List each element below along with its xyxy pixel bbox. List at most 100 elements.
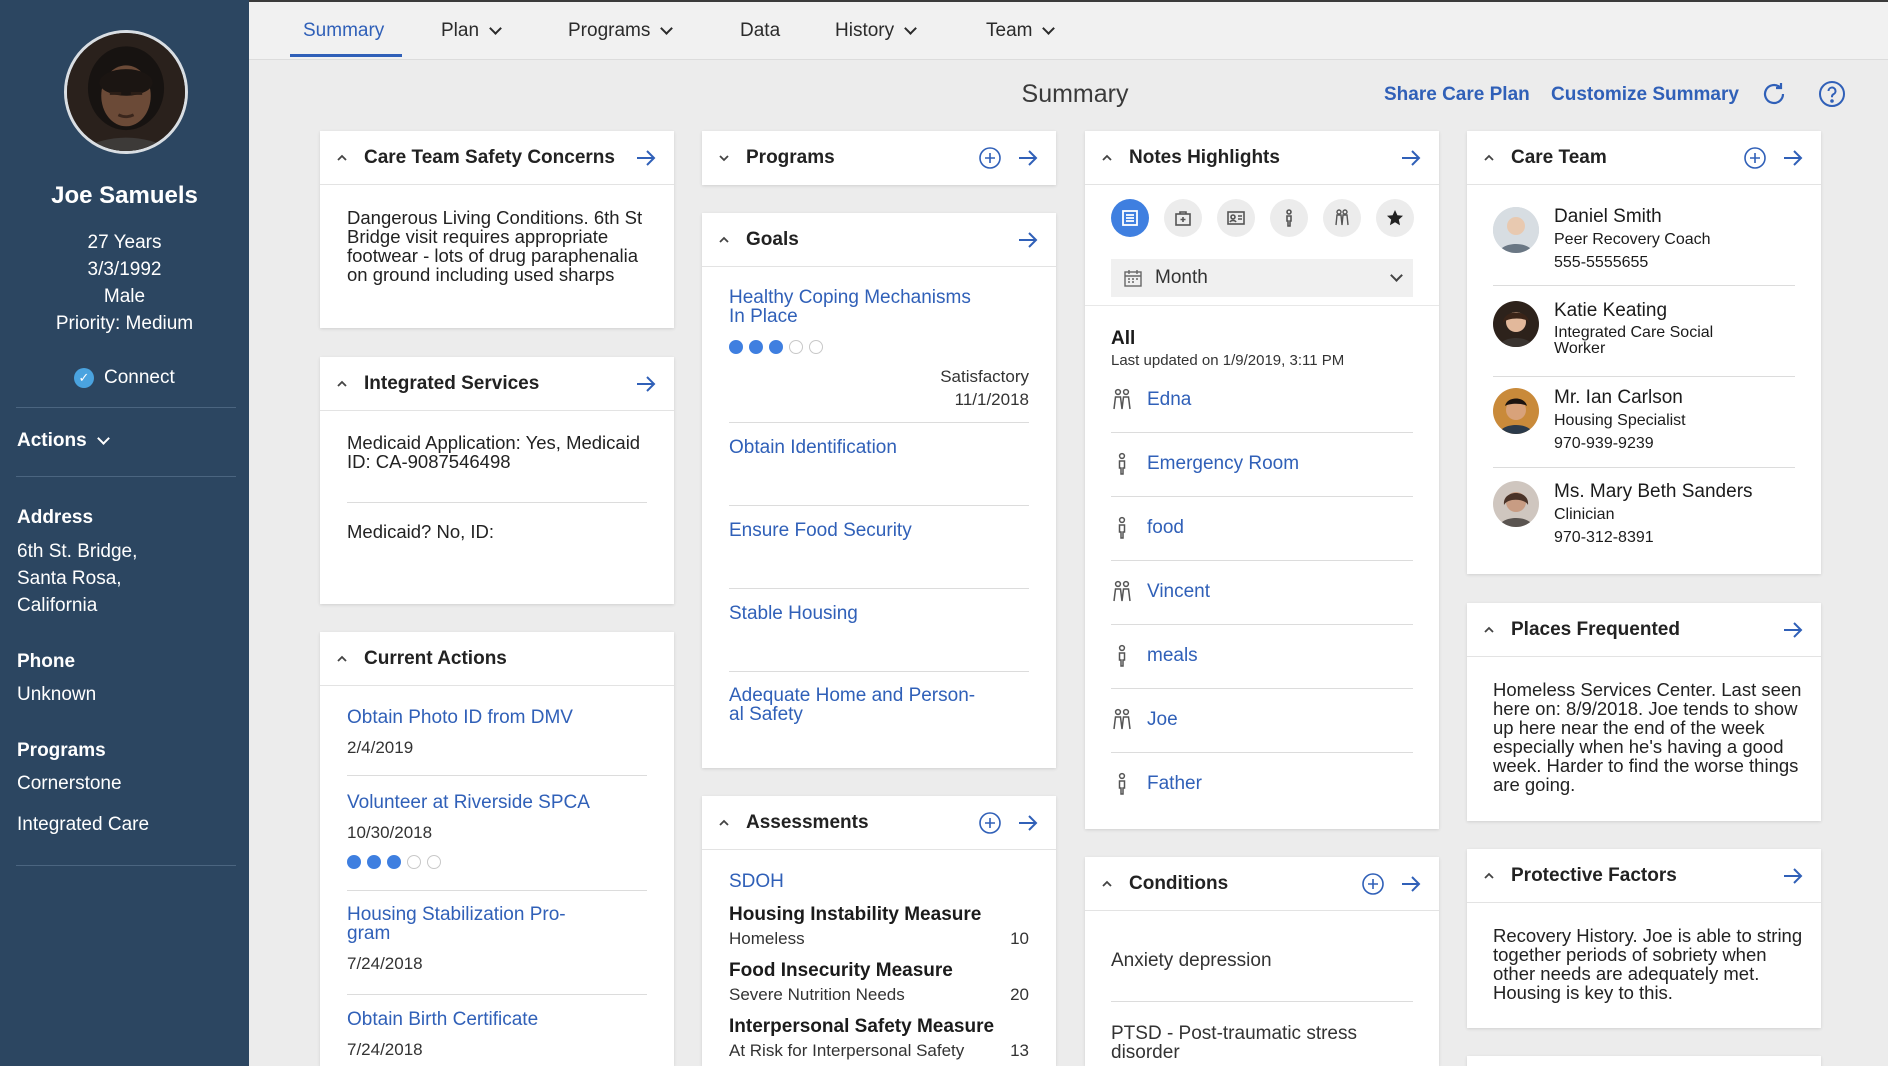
note-row[interactable]: Vincent bbox=[1111, 572, 1413, 612]
group-icon[interactable] bbox=[1323, 199, 1361, 237]
add-circle-icon[interactable] bbox=[978, 146, 1002, 170]
action-date: 10/30/2018 bbox=[347, 823, 433, 842]
arrow-right-icon[interactable] bbox=[1399, 146, 1423, 170]
chevron-up-icon[interactable] bbox=[1101, 878, 1113, 890]
active-tab-indicator bbox=[290, 54, 402, 57]
arrow-right-icon[interactable] bbox=[1781, 864, 1805, 888]
divider bbox=[1085, 305, 1439, 306]
customize-summary-link[interactable]: Customize Summary bbox=[1551, 84, 1739, 106]
chevron-up-icon[interactable] bbox=[336, 152, 348, 164]
add-circle-icon[interactable] bbox=[978, 811, 1002, 835]
tab-plan[interactable]: Plan bbox=[441, 20, 502, 42]
notes-highlights-card: Notes Highlights Month All Last updated … bbox=[1085, 131, 1439, 829]
note-row[interactable]: Joe bbox=[1111, 700, 1413, 740]
actions-dropdown[interactable]: Actions bbox=[17, 430, 110, 452]
action-date: 7/24/2018 bbox=[347, 954, 423, 973]
team-member-avatar bbox=[1493, 388, 1539, 434]
goal-link[interactable]: Healthy Coping Mechanisms In Place bbox=[729, 288, 989, 326]
divider bbox=[347, 775, 647, 776]
action-link[interactable]: Housing Stabilization Pro-gram bbox=[347, 905, 587, 943]
arrow-right-icon[interactable] bbox=[1399, 872, 1423, 896]
service-item: Medicaid Application: Yes, Medicaid ID: … bbox=[347, 432, 641, 472]
divider bbox=[1493, 467, 1795, 468]
card-title: Care Team Safety Concerns bbox=[364, 146, 615, 168]
id-card-icon[interactable] bbox=[1217, 199, 1255, 237]
calendar-icon bbox=[1123, 268, 1143, 288]
team-member-avatar bbox=[1493, 301, 1539, 347]
chevron-up-icon[interactable] bbox=[718, 817, 730, 829]
places-frequented-card: Places Frequented Homeless Services Cent… bbox=[1467, 603, 1821, 821]
goal-link[interactable]: Stable Housing bbox=[729, 603, 858, 625]
medical-kit-icon[interactable] bbox=[1164, 199, 1202, 237]
divider bbox=[729, 671, 1029, 672]
share-care-plan-link[interactable]: Share Care Plan bbox=[1384, 84, 1530, 106]
tab-summary[interactable]: Summary bbox=[303, 20, 384, 42]
chevron-up-icon[interactable] bbox=[718, 234, 730, 246]
chevron-up-icon[interactable] bbox=[336, 378, 348, 390]
list-view-icon[interactable] bbox=[1111, 199, 1149, 237]
help-icon[interactable] bbox=[1818, 80, 1846, 108]
arrow-right-icon[interactable] bbox=[634, 146, 658, 170]
team-member-name[interactable]: Daniel Smith bbox=[1554, 206, 1662, 228]
action-link[interactable]: Obtain Photo ID from DMV bbox=[347, 707, 573, 729]
person-icon bbox=[1111, 644, 1133, 668]
places-text: Homeless Services Center. Last seen here… bbox=[1493, 679, 1802, 795]
chevron-down-icon bbox=[660, 22, 674, 35]
add-circle-icon[interactable] bbox=[1743, 146, 1767, 170]
team-member-role: Peer Recovery Coach bbox=[1554, 231, 1711, 248]
star-icon[interactable] bbox=[1376, 199, 1414, 237]
note-row[interactable]: Father bbox=[1111, 764, 1413, 804]
goal-link[interactable]: Obtain Identification bbox=[729, 437, 897, 459]
address-heading: Address bbox=[17, 507, 94, 528]
chevron-up-icon[interactable] bbox=[1483, 870, 1495, 882]
tab-history[interactable]: History bbox=[835, 20, 917, 42]
chevron-up-icon[interactable] bbox=[1101, 152, 1113, 164]
month-filter-value: Month bbox=[1155, 267, 1208, 288]
tab-data[interactable]: Data bbox=[740, 20, 780, 42]
arrow-right-icon[interactable] bbox=[1016, 228, 1040, 252]
person-icon[interactable] bbox=[1270, 199, 1308, 237]
arrow-right-icon[interactable] bbox=[634, 372, 658, 396]
chevron-up-icon[interactable] bbox=[1483, 152, 1495, 164]
note-row[interactable]: Edna bbox=[1111, 380, 1413, 420]
program-link-integrated-care[interactable]: Integrated Care bbox=[17, 811, 149, 838]
tab-team[interactable]: Team bbox=[986, 20, 1056, 42]
arrow-right-icon[interactable] bbox=[1781, 146, 1805, 170]
action-link[interactable]: Obtain Birth Certificate bbox=[347, 1009, 538, 1031]
action-link[interactable]: Volunteer at Riverside SPCA bbox=[347, 792, 590, 814]
team-member-name[interactable]: Mr. Ian Carlson bbox=[1554, 387, 1683, 409]
assessment-category[interactable]: SDOH bbox=[729, 871, 784, 893]
note-row[interactable]: meals bbox=[1111, 636, 1413, 676]
month-filter-select[interactable]: Month bbox=[1111, 259, 1413, 297]
refresh-icon[interactable] bbox=[1760, 80, 1788, 108]
next-card-edge bbox=[1467, 1056, 1821, 1066]
chevron-down-icon bbox=[1042, 22, 1056, 35]
chevron-up-icon[interactable] bbox=[1483, 624, 1495, 636]
service-item: Medicaid? No, ID: bbox=[347, 521, 495, 542]
goal-link[interactable]: Ensure Food Security bbox=[729, 520, 912, 542]
tab-programs[interactable]: Programs bbox=[568, 20, 674, 42]
goal-link[interactable]: Adequate Home and Person-al Safety bbox=[729, 686, 989, 724]
note-label: food bbox=[1147, 517, 1184, 538]
chevron-down-icon[interactable] bbox=[718, 152, 730, 164]
note-row[interactable]: food bbox=[1111, 508, 1413, 548]
card-title: Goals bbox=[746, 228, 799, 250]
arrow-right-icon[interactable] bbox=[1781, 618, 1805, 642]
patient-sidebar: Joe Samuels 27 Years 3/3/1992 Male Prior… bbox=[0, 0, 249, 1066]
note-label: meals bbox=[1147, 645, 1198, 666]
assessment-score: 10 bbox=[1010, 929, 1029, 948]
team-member-name[interactable]: Katie Keating bbox=[1554, 300, 1667, 322]
top-nav: Summary Plan Programs Data History Team bbox=[249, 0, 1888, 60]
team-member-phone: 555-5555655 bbox=[1554, 254, 1649, 271]
connect-button[interactable]: ✓ Connect bbox=[74, 367, 175, 389]
team-member-name[interactable]: Ms. Mary Beth Sanders bbox=[1554, 481, 1753, 503]
person-icon bbox=[1111, 516, 1133, 540]
add-circle-icon[interactable] bbox=[1361, 872, 1385, 896]
care-team-card: Care Team Daniel Smith Peer Recovery Coa… bbox=[1467, 131, 1821, 574]
arrow-right-icon[interactable] bbox=[1016, 811, 1040, 835]
group-icon bbox=[1111, 580, 1133, 604]
program-link-cornerstone[interactable]: Cornerstone bbox=[17, 770, 122, 797]
arrow-right-icon[interactable] bbox=[1016, 146, 1040, 170]
note-row[interactable]: Emergency Room bbox=[1111, 444, 1413, 484]
chevron-up-icon[interactable] bbox=[336, 653, 348, 665]
